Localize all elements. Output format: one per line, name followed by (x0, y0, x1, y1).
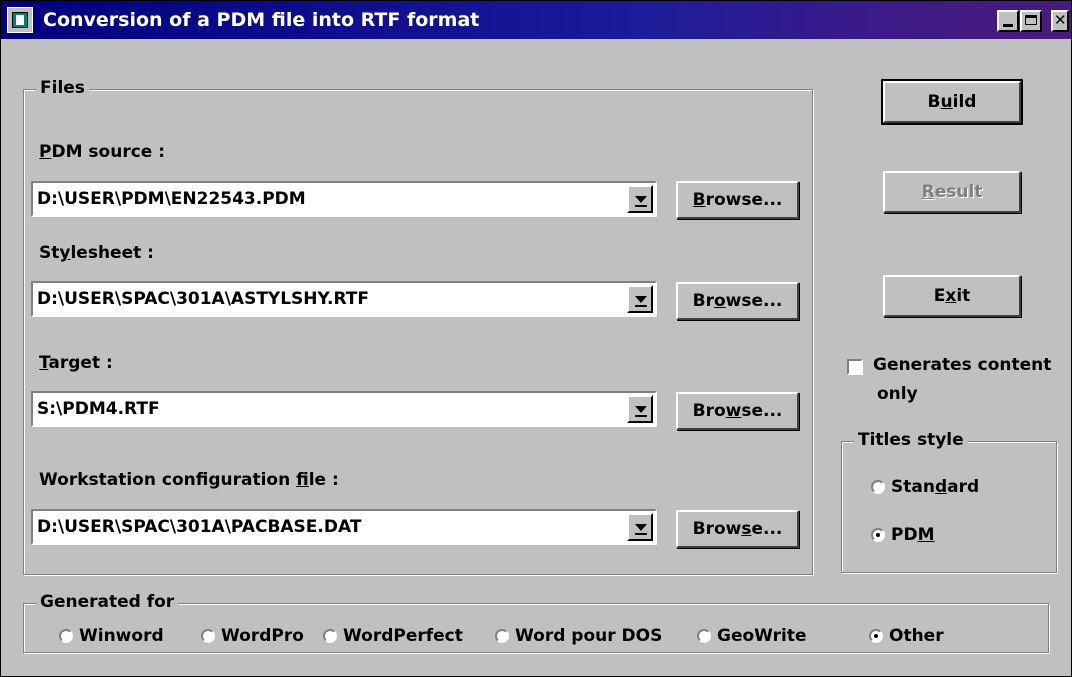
window-title: Conversion of a PDM file into RTF format (43, 9, 480, 31)
titles-style-standard-radio[interactable]: Standard (871, 477, 979, 497)
generated-for-legend: Generated for (36, 592, 179, 612)
target-input[interactable] (37, 396, 607, 422)
generates-content-label-line2: only (877, 384, 918, 404)
target-browse-button[interactable]: Bro w se... (676, 392, 799, 430)
generates-content-label-line1: Generates content (873, 355, 1052, 375)
exit-button[interactable]: Ex it (883, 275, 1021, 317)
conversion-dialog: Conversion of a PDM file into RTF format… (0, 0, 1072, 677)
generated-for-wordperfect-radio[interactable]: WordPerfect (323, 626, 463, 646)
titles-style-group: Titles style (841, 430, 1057, 573)
minimize-button[interactable] (997, 10, 1019, 32)
target-combo[interactable] (31, 391, 657, 427)
radio-selected-icon (869, 629, 883, 643)
generated-for-other-radio[interactable]: Other (869, 626, 944, 646)
generates-content-checkbox[interactable] (847, 359, 863, 375)
stylesheet-label: Stylesheet : (39, 243, 154, 263)
workstation-config-browse-button[interactable]: Brow s e... (676, 510, 799, 548)
result-button[interactable]: Result (883, 171, 1021, 213)
files-legend: Files (36, 78, 89, 98)
radio-icon (871, 480, 885, 494)
app-icon[interactable] (7, 7, 33, 33)
pdm-source-label: PDM source : (39, 142, 166, 162)
generated-for-wordpro-radio[interactable]: WordPro (201, 626, 304, 646)
pdm-source-combo[interactable] (31, 181, 657, 217)
stylesheet-combo[interactable] (31, 281, 657, 317)
radio-selected-icon (871, 528, 885, 542)
workstation-config-input[interactable] (37, 514, 607, 540)
generated-for-word-pour-dos-radio[interactable]: Word pour DOS (495, 626, 662, 646)
workstation-config-dropdown-button[interactable] (627, 513, 653, 541)
titles-style-pdm-radio[interactable]: PDM (871, 525, 935, 545)
title-bar[interactable]: Conversion of a PDM file into RTF format (1, 1, 1071, 39)
radio-icon (697, 629, 711, 643)
stylesheet-dropdown-button[interactable] (627, 285, 653, 313)
workstation-config-label: Workstation configuration file : (39, 470, 339, 490)
radio-icon (495, 629, 509, 643)
target-dropdown-button[interactable] (627, 395, 653, 423)
workstation-config-combo[interactable] (31, 509, 657, 545)
radio-icon (59, 629, 73, 643)
close-button[interactable] (1051, 10, 1069, 32)
pdm-source-browse-button[interactable]: Browse... (676, 181, 799, 219)
target-label: Target : (39, 353, 113, 373)
pdm-source-input[interactable] (37, 186, 607, 212)
radio-icon (323, 629, 337, 643)
generated-for-geowrite-radio[interactable]: GeoWrite (697, 626, 806, 646)
stylesheet-input[interactable] (37, 286, 607, 312)
generated-for-winword-radio[interactable]: Winword (59, 626, 164, 646)
radio-icon (201, 629, 215, 643)
stylesheet-browse-button[interactable]: Br o wse... (676, 282, 799, 320)
titles-style-legend: Titles style (854, 430, 968, 450)
build-button[interactable]: Bu ild (881, 79, 1023, 125)
maximize-button[interactable] (1020, 10, 1042, 32)
pdm-source-dropdown-button[interactable] (627, 185, 653, 213)
